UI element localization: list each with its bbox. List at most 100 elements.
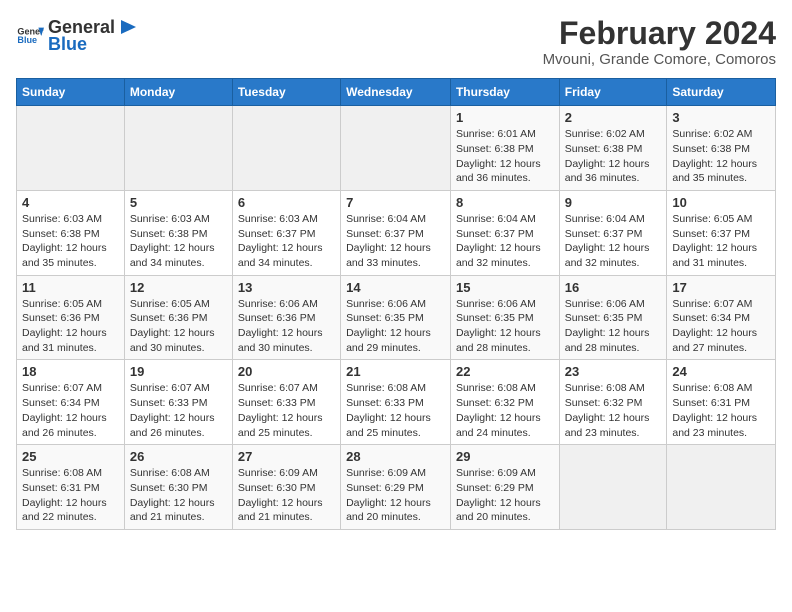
day-number: 22 — [456, 364, 554, 379]
calendar-cell: 21 Sunrise: 6:08 AMSunset: 6:33 PMDayligh… — [341, 360, 451, 445]
calendar-cell: 22 Sunrise: 6:08 AMSunset: 6:32 PMDayligh… — [450, 360, 559, 445]
day-header-sunday: Sunday — [17, 79, 125, 106]
day-number: 16 — [565, 280, 662, 295]
day-number: 8 — [456, 195, 554, 210]
title-section: February 2024 Mvouni, Grande Comore, Com… — [543, 16, 776, 68]
day-header-monday: Monday — [124, 79, 232, 106]
day-info: Sunrise: 6:08 AMSunset: 6:32 PMDaylight:… — [456, 381, 554, 440]
calendar-cell: 12 Sunrise: 6:05 AMSunset: 6:36 PMDayligh… — [124, 275, 232, 360]
calendar-week-2: 4 Sunrise: 6:03 AMSunset: 6:38 PMDaylight… — [17, 190, 776, 275]
logo-icon: General Blue — [16, 22, 44, 50]
day-number: 17 — [672, 280, 770, 295]
day-header-friday: Friday — [559, 79, 667, 106]
calendar-cell: 14 Sunrise: 6:06 AMSunset: 6:35 PMDayligh… — [341, 275, 451, 360]
day-header-thursday: Thursday — [450, 79, 559, 106]
calendar-cell: 29Sunrise: 6:09 AMSunset: 6:29 PMDayligh… — [450, 445, 559, 530]
day-info: Sunrise: 6:03 AMSunset: 6:37 PMDaylight:… — [238, 212, 335, 271]
day-info: Sunrise: 6:08 AMSunset: 6:31 PMDaylight:… — [672, 381, 770, 440]
day-info: Sunrise: 6:05 AMSunset: 6:36 PMDaylight:… — [130, 297, 227, 356]
calendar-cell: 15 Sunrise: 6:06 AMSunset: 6:35 PMDayligh… — [450, 275, 559, 360]
calendar-cell: 3 Sunrise: 6:02 AMSunset: 6:38 PMDaylight… — [667, 106, 776, 191]
calendar-table: SundayMondayTuesdayWednesdayThursdayFrid… — [16, 78, 776, 530]
day-info: Sunrise: 6:01 AMSunset: 6:38 PMDaylight:… — [456, 127, 554, 186]
day-info: Sunrise: 6:08 AMSunset: 6:32 PMDaylight:… — [565, 381, 662, 440]
day-number: 24 — [672, 364, 770, 379]
calendar-cell: 19Sunrise: 6:07 AMSunset: 6:33 PMDayligh… — [124, 360, 232, 445]
logo: General Blue General Blue — [16, 16, 138, 55]
calendar-cell: 18 Sunrise: 6:07 AMSunset: 6:34 PMDayligh… — [17, 360, 125, 445]
day-number: 10 — [672, 195, 770, 210]
calendar-week-1: 1Sunrise: 6:01 AMSunset: 6:38 PMDaylight… — [17, 106, 776, 191]
day-info: Sunrise: 6:04 AMSunset: 6:37 PMDaylight:… — [346, 212, 445, 271]
day-info: Sunrise: 6:06 AMSunset: 6:35 PMDaylight:… — [346, 297, 445, 356]
page-header: General Blue General Blue February 2024 … — [16, 16, 776, 68]
day-number: 20 — [238, 364, 335, 379]
calendar-cell: 2Sunrise: 6:02 AMSunset: 6:38 PMDaylight… — [559, 106, 667, 191]
day-number: 5 — [130, 195, 227, 210]
day-number: 3 — [672, 110, 770, 125]
day-number: 26 — [130, 449, 227, 464]
day-info: Sunrise: 6:06 AMSunset: 6:35 PMDaylight:… — [565, 297, 662, 356]
day-number: 14 — [346, 280, 445, 295]
calendar-subtitle: Mvouni, Grande Comore, Comoros — [543, 51, 776, 68]
day-info: Sunrise: 6:02 AMSunset: 6:38 PMDaylight:… — [672, 127, 770, 186]
day-number: 12 — [130, 280, 227, 295]
day-number: 4 — [22, 195, 119, 210]
calendar-cell: 7 Sunrise: 6:04 AMSunset: 6:37 PMDaylight… — [341, 190, 451, 275]
calendar-cell: 27 Sunrise: 6:09 AMSunset: 6:30 PMDayligh… — [232, 445, 340, 530]
day-number: 2 — [565, 110, 662, 125]
calendar-cell — [17, 106, 125, 191]
day-number: 19 — [130, 364, 227, 379]
day-info: Sunrise: 6:09 AMSunset: 6:29 PMDaylight:… — [456, 466, 554, 525]
day-number: 9 — [565, 195, 662, 210]
calendar-title: February 2024 — [543, 16, 776, 51]
calendar-cell: 5 Sunrise: 6:03 AMSunset: 6:38 PMDaylight… — [124, 190, 232, 275]
day-info: Sunrise: 6:03 AMSunset: 6:38 PMDaylight:… — [130, 212, 227, 271]
calendar-header-row: SundayMondayTuesdayWednesdayThursdayFrid… — [17, 79, 776, 106]
day-number: 28 — [346, 449, 445, 464]
logo-triangle — [116, 16, 138, 38]
day-number: 23 — [565, 364, 662, 379]
day-info: Sunrise: 6:07 AMSunset: 6:33 PMDaylight:… — [238, 381, 335, 440]
day-info: Sunrise: 6:03 AMSunset: 6:38 PMDaylight:… — [22, 212, 119, 271]
day-info: Sunrise: 6:07 AMSunset: 6:34 PMDaylight:… — [22, 381, 119, 440]
day-info: Sunrise: 6:06 AMSunset: 6:36 PMDaylight:… — [238, 297, 335, 356]
calendar-cell — [341, 106, 451, 191]
calendar-cell: 25Sunrise: 6:08 AMSunset: 6:31 PMDayligh… — [17, 445, 125, 530]
day-number: 27 — [238, 449, 335, 464]
calendar-body: 1Sunrise: 6:01 AMSunset: 6:38 PMDaylight… — [17, 106, 776, 530]
day-number: 15 — [456, 280, 554, 295]
day-info: Sunrise: 6:09 AMSunset: 6:29 PMDaylight:… — [346, 466, 445, 525]
calendar-cell: 1Sunrise: 6:01 AMSunset: 6:38 PMDaylight… — [450, 106, 559, 191]
svg-text:Blue: Blue — [17, 35, 37, 45]
calendar-week-4: 18 Sunrise: 6:07 AMSunset: 6:34 PMDayligh… — [17, 360, 776, 445]
day-info: Sunrise: 6:04 AMSunset: 6:37 PMDaylight:… — [456, 212, 554, 271]
calendar-cell: 28 Sunrise: 6:09 AMSunset: 6:29 PMDayligh… — [341, 445, 451, 530]
day-info: Sunrise: 6:08 AMSunset: 6:33 PMDaylight:… — [346, 381, 445, 440]
calendar-cell — [667, 445, 776, 530]
calendar-cell: 23 Sunrise: 6:08 AMSunset: 6:32 PMDayligh… — [559, 360, 667, 445]
day-header-tuesday: Tuesday — [232, 79, 340, 106]
calendar-cell: 24 Sunrise: 6:08 AMSunset: 6:31 PMDayligh… — [667, 360, 776, 445]
calendar-cell: 17 Sunrise: 6:07 AMSunset: 6:34 PMDayligh… — [667, 275, 776, 360]
day-number: 21 — [346, 364, 445, 379]
calendar-week-5: 25Sunrise: 6:08 AMSunset: 6:31 PMDayligh… — [17, 445, 776, 530]
calendar-week-3: 11 Sunrise: 6:05 AMSunset: 6:36 PMDayligh… — [17, 275, 776, 360]
day-number: 18 — [22, 364, 119, 379]
calendar-cell: 4 Sunrise: 6:03 AMSunset: 6:38 PMDaylight… — [17, 190, 125, 275]
day-info: Sunrise: 6:09 AMSunset: 6:30 PMDaylight:… — [238, 466, 335, 525]
day-number: 6 — [238, 195, 335, 210]
day-info: Sunrise: 6:04 AMSunset: 6:37 PMDaylight:… — [565, 212, 662, 271]
day-info: Sunrise: 6:08 AMSunset: 6:31 PMDaylight:… — [22, 466, 119, 525]
calendar-cell: 16 Sunrise: 6:06 AMSunset: 6:35 PMDayligh… — [559, 275, 667, 360]
day-number: 7 — [346, 195, 445, 210]
calendar-cell: 6 Sunrise: 6:03 AMSunset: 6:37 PMDaylight… — [232, 190, 340, 275]
day-info: Sunrise: 6:06 AMSunset: 6:35 PMDaylight:… — [456, 297, 554, 356]
calendar-cell — [232, 106, 340, 191]
day-number: 13 — [238, 280, 335, 295]
calendar-cell: 8 Sunrise: 6:04 AMSunset: 6:37 PMDaylight… — [450, 190, 559, 275]
day-info: Sunrise: 6:07 AMSunset: 6:34 PMDaylight:… — [672, 297, 770, 356]
calendar-cell: 10Sunrise: 6:05 AMSunset: 6:37 PMDayligh… — [667, 190, 776, 275]
day-info: Sunrise: 6:08 AMSunset: 6:30 PMDaylight:… — [130, 466, 227, 525]
day-number: 11 — [22, 280, 119, 295]
